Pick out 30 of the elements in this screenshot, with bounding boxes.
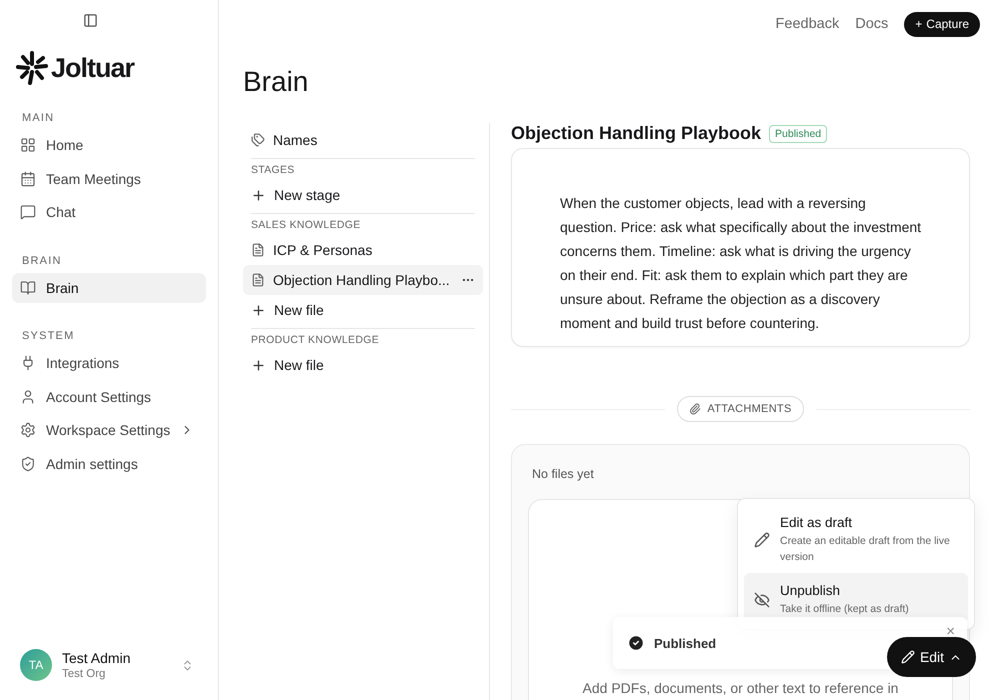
status-badge: Published: [769, 124, 828, 143]
logo-text: Joltuar: [51, 52, 134, 84]
sidebar-label: Workspace Settings: [46, 422, 170, 438]
sidebar-label: Team Meetings: [46, 170, 141, 186]
menu-item-title: Unpublish: [780, 583, 842, 598]
sidebar-label: Admin settings: [46, 456, 138, 472]
attachments-pill: ATTACHMENTS: [677, 396, 804, 422]
nav-section-heading: STAGES: [250, 164, 296, 176]
menu-item-title: Edit as draft: [780, 515, 854, 530]
nav-section-heading: PRODUCT KNOWLEDGE: [250, 334, 380, 346]
sidebar-label: Integrations: [46, 355, 120, 371]
user-org: Test Org: [62, 668, 106, 680]
document-body: When the customer objects, lead with a reversing question. Price: ask what specifically about the investment concerns them. Timeline: ask what is driving the urgency on their end. Fit: ask them to explain which part they are unsure about. Reframe the objection as a discovery moment and build trust before countering.: [560, 194, 922, 334]
user-avatar: TA: [20, 649, 52, 681]
nav-section-heading: SALES KNOWLEDGE: [250, 219, 362, 231]
sidebar-label: Account Settings: [46, 388, 152, 404]
menu-item-description: Create an editable draft from the live version: [780, 534, 951, 565]
user-name: Test Admin: [62, 650, 132, 666]
section-heading: MAIN: [21, 112, 56, 124]
sidebar-label: Brain: [46, 280, 79, 296]
section-heading: SYSTEM: [21, 330, 76, 342]
toast-message: Published: [654, 636, 716, 650]
page-title: Brain: [243, 66, 310, 98]
document-title: Objection Handling Playbook: [511, 123, 762, 144]
section-heading: BRAIN: [21, 254, 63, 266]
sidebar-label: Home: [46, 137, 84, 153]
drop-text: Add PDFs, documents, or other text to reference in: [582, 680, 898, 696]
sidebar-label: Chat: [46, 204, 76, 220]
menu-item-description: Take it offline (kept as draft): [780, 602, 909, 617]
empty-text: No files yet: [531, 467, 595, 481]
